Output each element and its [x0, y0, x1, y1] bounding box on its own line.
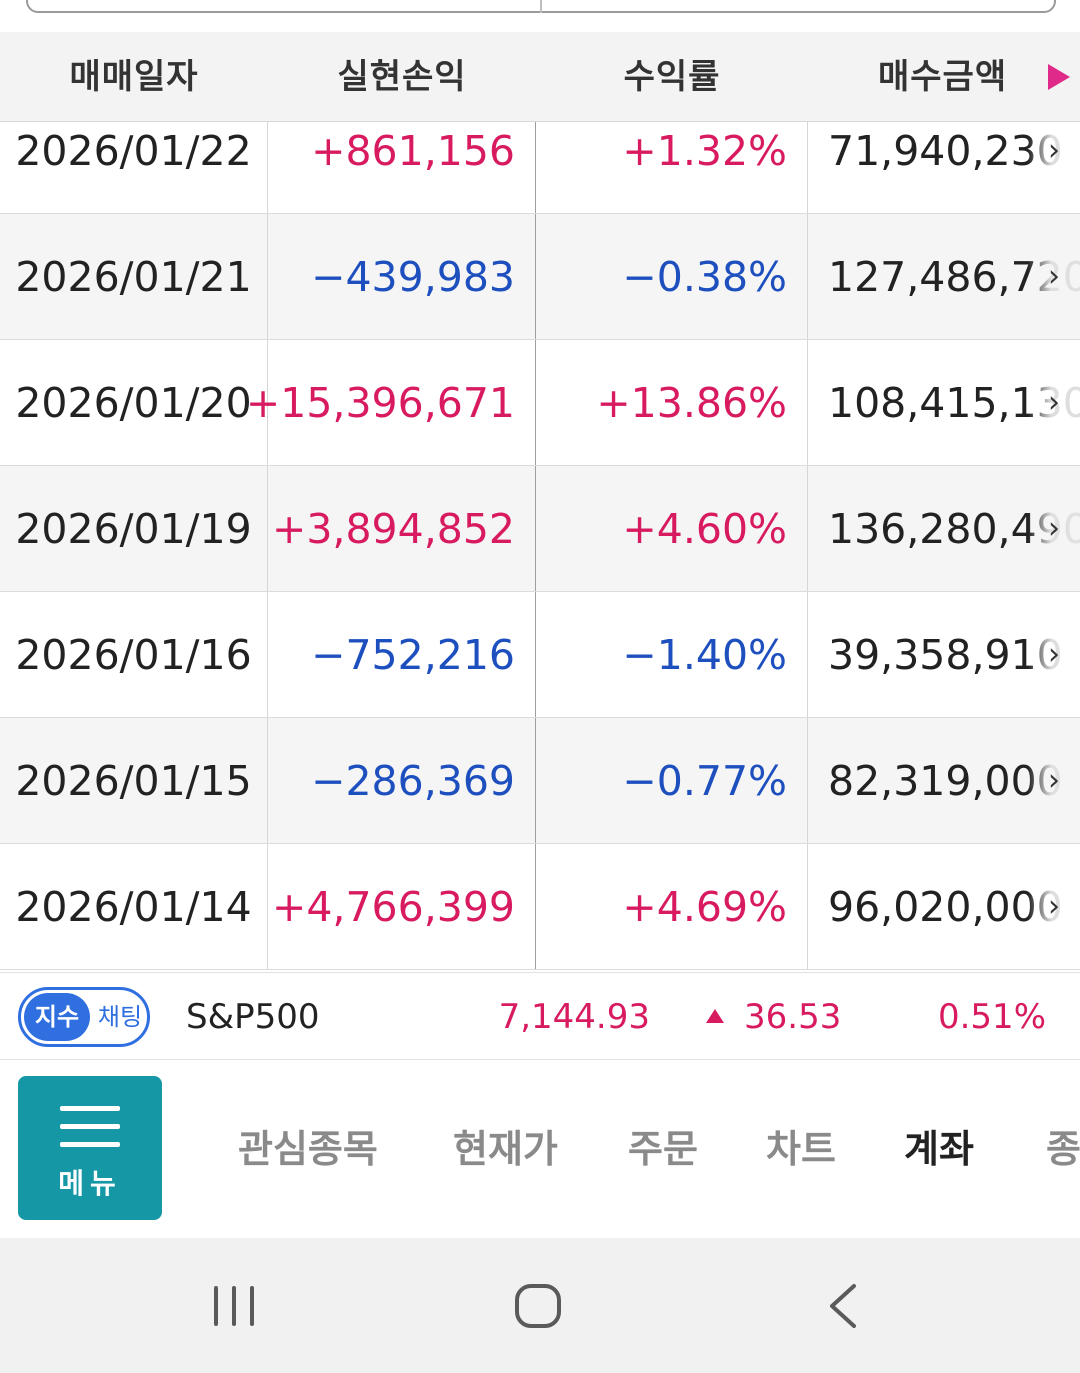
trade-table-body: 2026/01/22 +861,156 +1.32% 71,940,230 › 2026/…	[0, 122, 1080, 972]
trade-date: 2026/01/22	[0, 122, 268, 213]
search-field-remnant	[0, 0, 1080, 32]
return-rate: +4.69%	[536, 844, 808, 969]
ticker-change: 36.53	[744, 997, 842, 1037]
field-divider	[540, 0, 542, 13]
realized-pl: +4,766,399	[268, 844, 536, 969]
nav-current-price[interactable]: 현재가	[453, 1060, 558, 1238]
system-navigation-bar	[0, 1238, 1080, 1373]
chevron-right-icon[interactable]: ›	[1040, 639, 1068, 669]
chevron-right-icon[interactable]: ›	[1040, 765, 1068, 795]
header-realized-pl[interactable]: 실현손익	[268, 32, 536, 122]
table-row[interactable]: 2026/01/16 −752,216 −1.40% 39,358,910 ›	[0, 592, 1080, 718]
return-rate: +4.60%	[536, 466, 808, 591]
nav-overflow-clip: 종	[1046, 1060, 1080, 1238]
nav-next-item[interactable]: 종	[1046, 1060, 1080, 1238]
chevron-right-icon[interactable]: ›	[1040, 513, 1068, 543]
realized-pl: −752,216	[268, 592, 536, 717]
menu-button[interactable]: 메뉴	[18, 1076, 162, 1220]
ticker-price: 7,144.93	[498, 997, 650, 1037]
trade-date: 2026/01/16	[0, 592, 268, 717]
trade-date: 2026/01/19	[0, 466, 268, 591]
back-icon[interactable]	[826, 1282, 862, 1330]
menu-hamburger-icon	[60, 1106, 120, 1111]
table-row[interactable]: 2026/01/22 +861,156 +1.32% 71,940,230 ›	[0, 122, 1080, 214]
realized-pl: −439,983	[268, 214, 536, 339]
chevron-right-icon[interactable]: ›	[1040, 387, 1068, 417]
chevron-right-icon[interactable]: ›	[1040, 261, 1068, 291]
trade-date: 2026/01/20	[0, 340, 268, 465]
table-row[interactable]: 2026/01/20 +15,396,671 +13.86% 108,415,130 ›	[0, 340, 1080, 466]
triangle-right-icon[interactable]	[1048, 64, 1070, 90]
menu-label: 메뉴	[58, 1167, 122, 1200]
header-date[interactable]: 매매일자	[0, 32, 268, 122]
menu-hamburger-icon-bar	[60, 1124, 120, 1129]
nav-order[interactable]: 주문	[628, 1060, 698, 1238]
recent-apps-icon[interactable]	[214, 1286, 258, 1326]
table-row[interactable]: 2026/01/15 −286,369 −0.77% 82,319,000 ›	[0, 718, 1080, 844]
toggle-chat-option[interactable]: 채팅	[93, 993, 147, 1041]
realized-pl: +3,894,852	[268, 466, 536, 591]
return-rate: +13.86%	[536, 340, 808, 465]
trade-date: 2026/01/14	[0, 844, 268, 969]
realized-pl: −286,369	[268, 718, 536, 843]
return-rate: −0.77%	[536, 718, 808, 843]
bottom-navigation: 메뉴 관심종목 현재가 주문 차트 계좌 종	[0, 1060, 1080, 1238]
trade-date: 2026/01/15	[0, 718, 268, 843]
nav-account[interactable]: 계좌	[904, 1060, 974, 1238]
menu-hamburger-icon-bar	[60, 1142, 120, 1147]
table-row[interactable]: 2026/01/21 −439,983 −0.38% 127,486,720 ›	[0, 214, 1080, 340]
triangle-up-icon	[706, 1009, 724, 1023]
nav-watchlist[interactable]: 관심종목	[238, 1060, 378, 1238]
index-chat-toggle[interactable]: 지수 채팅	[18, 987, 150, 1047]
chevron-right-icon[interactable]: ›	[1040, 891, 1068, 921]
table-header: 매매일자 실현손익 수익률 매수금액	[0, 32, 1080, 122]
nav-chart[interactable]: 차트	[766, 1060, 836, 1238]
index-ticker-bar[interactable]: 지수 채팅 S&P500 7,144.93 36.53 0.51%	[0, 972, 1080, 1060]
return-rate: −1.40%	[536, 592, 808, 717]
chevron-right-icon[interactable]: ›	[1040, 135, 1068, 165]
table-row[interactable]: 2026/01/19 +3,894,852 +4.60% 136,280,490 ›	[0, 466, 1080, 592]
ticker-name: S&P500	[186, 997, 320, 1037]
realized-pl: +15,396,671	[246, 340, 536, 465]
ticker-change-percent: 0.51%	[937, 997, 1046, 1037]
trade-date: 2026/01/21	[0, 214, 268, 339]
header-return-rate[interactable]: 수익률	[536, 32, 808, 122]
return-rate: +1.32%	[536, 122, 808, 213]
header-buy-amount[interactable]: 매수금액	[808, 32, 1080, 122]
home-icon[interactable]	[515, 1284, 561, 1328]
realized-pl: +861,156	[268, 122, 536, 213]
toggle-index-option[interactable]: 지수	[24, 993, 90, 1041]
table-row[interactable]: 2026/01/14 +4,766,399 +4.69% 96,020,000 ›	[0, 844, 1080, 970]
return-rate: −0.38%	[536, 214, 808, 339]
